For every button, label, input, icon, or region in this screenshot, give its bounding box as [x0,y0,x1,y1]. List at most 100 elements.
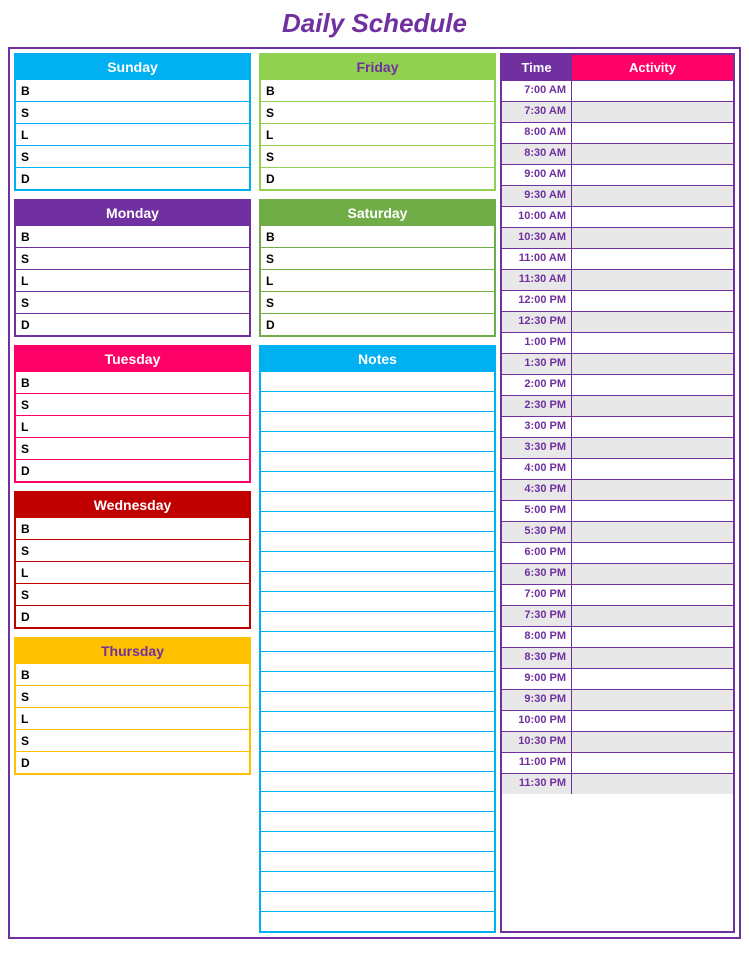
saturday-lunch[interactable]: L [261,269,494,291]
notes-line[interactable] [261,511,494,531]
monday-snack2[interactable]: S [16,291,249,313]
thursday-snack1[interactable]: S [16,685,249,707]
tuesday-dinner[interactable]: D [16,459,249,481]
notes-line[interactable] [261,691,494,711]
friday-dinner[interactable]: D [261,167,494,189]
thursday-lunch[interactable]: L [16,707,249,729]
notes-line[interactable] [261,911,494,931]
notes-line[interactable] [261,431,494,451]
schedule-activity[interactable] [572,375,733,395]
schedule-activity[interactable] [572,396,733,416]
notes-line[interactable] [261,611,494,631]
schedule-activity[interactable] [572,438,733,458]
schedule-activity[interactable] [572,459,733,479]
notes-line[interactable] [261,811,494,831]
schedule-activity[interactable] [572,585,733,605]
notes-line[interactable] [261,371,494,391]
notes-line[interactable] [261,591,494,611]
schedule-activity[interactable] [572,333,733,353]
saturday-dinner[interactable]: D [261,313,494,335]
wednesday-snack2[interactable]: S [16,583,249,605]
schedule-activity[interactable] [572,228,733,248]
schedule-activity[interactable] [572,186,733,206]
notes-line[interactable] [261,631,494,651]
thursday-breakfast[interactable]: B [16,663,249,685]
schedule-activity[interactable] [572,291,733,311]
notes-line[interactable] [261,451,494,471]
sunday-snack2[interactable]: S [16,145,249,167]
schedule-activity[interactable] [572,270,733,290]
schedule-activity[interactable] [572,690,733,710]
schedule-activity[interactable] [572,669,733,689]
schedule-activity[interactable] [572,606,733,626]
notes-line[interactable] [261,891,494,911]
monday-snack1[interactable]: S [16,247,249,269]
right-column: Time Activity 7:00 AM7:30 AM8:00 AM8:30 … [500,49,739,937]
friday-breakfast[interactable]: B [261,79,494,101]
saturday-breakfast[interactable]: B [261,225,494,247]
notes-line[interactable] [261,731,494,751]
schedule-activity[interactable] [572,480,733,500]
wednesday-snack1[interactable]: S [16,539,249,561]
notes-line[interactable] [261,671,494,691]
wednesday-breakfast[interactable]: B [16,517,249,539]
schedule-activity[interactable] [572,249,733,269]
saturday-snack1[interactable]: S [261,247,494,269]
notes-line[interactable] [261,551,494,571]
notes-line[interactable] [261,871,494,891]
schedule-activity[interactable] [572,501,733,521]
sunday-lunch[interactable]: L [16,123,249,145]
schedule-activity[interactable] [572,417,733,437]
friday-lunch[interactable]: L [261,123,494,145]
notes-line[interactable] [261,791,494,811]
thursday-snack2[interactable]: S [16,729,249,751]
tuesday-snack2[interactable]: S [16,437,249,459]
tuesday-lunch[interactable]: L [16,415,249,437]
friday-snack1[interactable]: S [261,101,494,123]
monday-dinner[interactable]: D [16,313,249,335]
schedule-activity[interactable] [572,522,733,542]
notes-line[interactable] [261,711,494,731]
schedule-activity[interactable] [572,312,733,332]
schedule-activity[interactable] [572,753,733,773]
notes-line[interactable] [261,391,494,411]
tuesday-breakfast[interactable]: B [16,371,249,393]
notes-line[interactable] [261,491,494,511]
wednesday-lunch[interactable]: L [16,561,249,583]
schedule-activity[interactable] [572,627,733,647]
schedule-activity[interactable] [572,144,733,164]
schedule-row: 8:00 AM [502,122,733,143]
schedule-activity[interactable] [572,81,733,101]
notes-line[interactable] [261,771,494,791]
notes-line[interactable] [261,751,494,771]
notes-line[interactable] [261,411,494,431]
schedule-activity[interactable] [572,123,733,143]
schedule-activity[interactable] [572,732,733,752]
sunday-dinner[interactable]: D [16,167,249,189]
schedule-activity[interactable] [572,354,733,374]
schedule-activity[interactable] [572,102,733,122]
notes-line[interactable] [261,651,494,671]
monday-breakfast[interactable]: B [16,225,249,247]
sunday-breakfast[interactable]: B [16,79,249,101]
schedule-row: 11:00 PM [502,752,733,773]
notes-line[interactable] [261,531,494,551]
wednesday-dinner[interactable]: D [16,605,249,627]
notes-line[interactable] [261,851,494,871]
saturday-snack2[interactable]: S [261,291,494,313]
schedule-activity[interactable] [572,711,733,731]
schedule-activity[interactable] [572,207,733,227]
monday-lunch[interactable]: L [16,269,249,291]
schedule-activity[interactable] [572,564,733,584]
schedule-activity[interactable] [572,648,733,668]
notes-line[interactable] [261,471,494,491]
notes-line[interactable] [261,571,494,591]
notes-line[interactable] [261,831,494,851]
schedule-activity[interactable] [572,165,733,185]
schedule-activity[interactable] [572,774,733,794]
friday-snack2[interactable]: S [261,145,494,167]
thursday-dinner[interactable]: D [16,751,249,773]
schedule-activity[interactable] [572,543,733,563]
tuesday-snack1[interactable]: S [16,393,249,415]
sunday-snack1[interactable]: S [16,101,249,123]
